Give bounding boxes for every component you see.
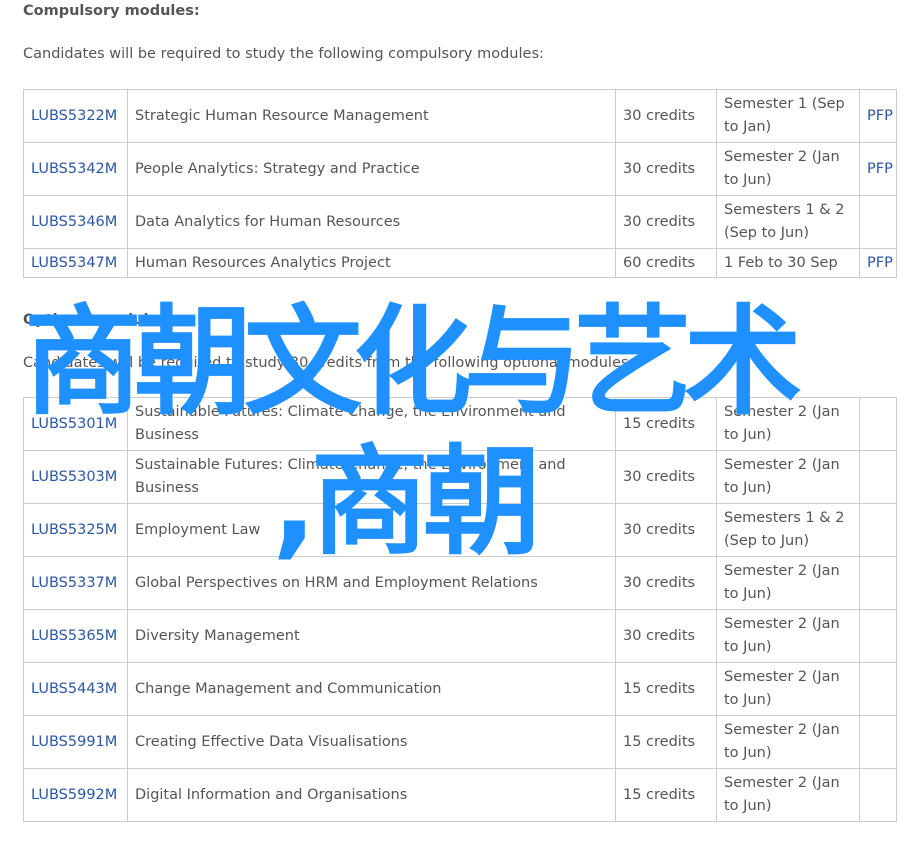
module-row: LUBS5337M Global Perspectives on HRM and … [23,556,897,610]
module-title: Diversity Management [127,609,616,663]
module-semester: Semester 2 (Jan to Jun) [716,556,860,610]
module-credits: 15 credits [615,397,717,451]
module-pfp-cell: PFP [859,89,897,143]
module-pfp-cell [859,450,897,504]
module-title: Sustainable Futures: Climate Change, the… [127,397,616,451]
module-title: Strategic Human Resource Management [127,89,616,143]
module-semester: Semester 2 (Jan to Jun) [716,768,860,822]
module-semester: Semesters 1 & 2 (Sep to Jun) [716,195,860,249]
module-row: LUBS5322M Strategic Human Resource Manage… [23,89,897,143]
module-title: People Analytics: Strategy and Practice [127,142,616,196]
module-title: Data Analytics for Human Resources [127,195,616,249]
module-row: LUBS5346M Data Analytics for Human Resour… [23,195,897,249]
module-title: Sustainable Futures: Climate Change, the… [127,450,616,504]
module-credits: 60 credits [615,248,717,278]
module-row: LUBS5365M Diversity Management 30 credits S… [23,609,897,663]
module-title: Digital Information and Organisations [127,768,616,822]
module-code-cell: LUBS5322M [23,89,128,143]
module-code-link[interactable]: LUBS5365M [31,628,117,644]
module-semester: Semesters 1 & 2 (Sep to Jun) [716,503,860,557]
module-row: LUBS5342M People Analytics: Strategy and … [23,142,897,196]
module-code-link[interactable]: LUBS5322M [31,108,117,124]
module-semester: Semester 2 (Jan to Jun) [716,609,860,663]
module-credits: 30 credits [615,89,717,143]
module-code-cell: LUBS5337M [23,556,128,610]
module-code-cell: LUBS5443M [23,662,128,716]
module-semester: 1 Feb to 30 Sep [716,248,860,278]
compulsory-modules-intro: Candidates will be required to study the… [23,46,544,62]
module-code-cell: LUBS5346M [23,195,128,249]
module-credits: 30 credits [615,609,717,663]
module-code-cell: LUBS5347M [23,248,128,278]
module-title: Employment Law [127,503,616,557]
module-code-cell: LUBS5342M [23,142,128,196]
module-credits: 15 credits [615,768,717,822]
module-credits: 30 credits [615,142,717,196]
module-row: LUBS5992M Digital Information and Organis… [23,768,897,822]
module-code-link[interactable]: LUBS5991M [31,734,117,750]
module-semester: Semester 2 (Jan to Jun) [716,715,860,769]
module-row: LUBS5443M Change Management and Communica… [23,662,897,716]
module-row: LUBS5991M Creating Effective Data Visuali… [23,715,897,769]
module-title: Human Resources Analytics Project [127,248,616,278]
module-pfp-cell [859,662,897,716]
module-code-link[interactable]: LUBS5325M [31,522,117,538]
module-code-link[interactable]: LUBS5301M [31,416,117,432]
module-credits: 30 credits [615,195,717,249]
module-pfp-cell: PFP [859,248,897,278]
optional-modules-heading: Optional modules: [23,312,173,328]
optional-modules-intro: Candidates will be required to study 30 … [23,355,629,371]
module-semester: Semester 2 (Jan to Jun) [716,397,860,451]
module-credits: 15 credits [615,662,717,716]
module-code-link[interactable]: LUBS5342M [31,161,117,177]
module-credits: 30 credits [615,556,717,610]
module-code-link[interactable]: LUBS5303M [31,469,117,485]
module-semester: Semester 2 (Jan to Jun) [716,450,860,504]
module-pfp-cell [859,503,897,557]
module-pfp-cell: PFP [859,142,897,196]
module-pfp-cell [859,768,897,822]
module-code-cell: LUBS5303M [23,450,128,504]
module-code-link[interactable]: LUBS5347M [31,255,117,271]
pfp-link[interactable]: PFP [867,108,893,124]
module-title: Creating Effective Data Visualisations [127,715,616,769]
module-pfp-cell [859,609,897,663]
module-pfp-cell [859,397,897,451]
module-code-link[interactable]: LUBS5346M [31,214,117,230]
module-semester: Semester 2 (Jan to Jun) [716,662,860,716]
module-pfp-cell [859,556,897,610]
compulsory-modules-table: LUBS5322M Strategic Human Resource Manage… [23,89,897,278]
module-row: LUBS5325M Employment Law 30 credits Semeste… [23,503,897,557]
module-row: LUBS5301M Sustainable Futures: Climate Ch… [23,397,897,451]
module-credits: 30 credits [615,503,717,557]
module-code-link[interactable]: LUBS5337M [31,575,117,591]
module-code-cell: LUBS5325M [23,503,128,557]
module-pfp-cell [859,715,897,769]
module-credits: 30 credits [615,450,717,504]
module-semester: Semester 2 (Jan to Jun) [716,142,860,196]
module-row: LUBS5303M Sustainable Futures: Climate Ch… [23,450,897,504]
module-title: Change Management and Communication [127,662,616,716]
module-semester: Semester 1 (Sep to Jan) [716,89,860,143]
module-title: Global Perspectives on HRM and Employmen… [127,556,616,610]
module-credits: 15 credits [615,715,717,769]
module-row: LUBS5347M Human Resources Analytics Proje… [23,248,897,278]
module-code-cell: LUBS5991M [23,715,128,769]
pfp-link[interactable]: PFP [867,161,893,177]
module-code-cell: LUBS5301M [23,397,128,451]
module-code-cell: LUBS5365M [23,609,128,663]
pfp-link[interactable]: PFP [867,255,893,271]
module-code-cell: LUBS5992M [23,768,128,822]
compulsory-modules-heading: Compulsory modules: [23,3,200,19]
module-pfp-cell [859,195,897,249]
module-code-link[interactable]: LUBS5992M [31,787,117,803]
optional-modules-table: LUBS5301M Sustainable Futures: Climate Ch… [23,397,897,822]
module-code-link[interactable]: LUBS5443M [31,681,117,697]
